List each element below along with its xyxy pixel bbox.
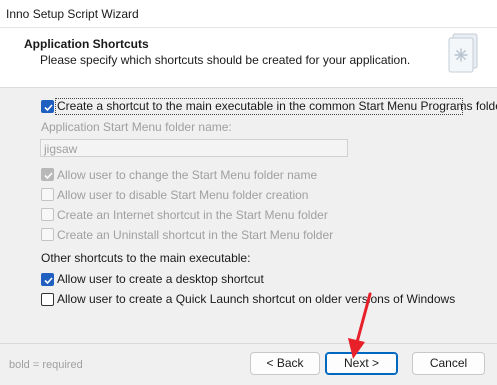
quick-launch-shortcut-checkbox[interactable]: [41, 293, 54, 306]
footer-divider: [0, 343, 497, 344]
uninstall-shortcut-checkbox[interactable]: [41, 228, 54, 241]
desktop-shortcut-checkbox[interactable]: [41, 273, 54, 286]
checkmark-icon: [44, 172, 53, 180]
folder-name-value: jigsaw: [44, 142, 78, 156]
wizard-logo-icon: [448, 33, 478, 73]
internet-shortcut-label[interactable]: Create an Internet shortcut in the Start…: [57, 208, 328, 222]
uninstall-shortcut-label[interactable]: Create an Uninstall shortcut in the Star…: [57, 228, 333, 242]
cancel-button[interactable]: Cancel: [412, 352, 485, 375]
title-bar: Inno Setup Script Wizard: [0, 0, 497, 28]
allow-change-folder-label[interactable]: Allow user to change the Start Menu fold…: [57, 168, 317, 182]
checkmark-icon: [44, 104, 53, 112]
back-button[interactable]: < Back: [250, 352, 320, 375]
quick-launch-shortcut-label[interactable]: Allow user to create a Quick Launch shor…: [57, 292, 455, 306]
allow-disable-folder-checkbox[interactable]: [41, 188, 54, 201]
start-menu-shortcut-label[interactable]: Create a shortcut to the main executable…: [57, 99, 497, 113]
start-menu-shortcut-checkbox[interactable]: [41, 100, 54, 113]
page-title: Application Shortcuts: [24, 37, 149, 51]
required-legend: bold = required: [9, 359, 83, 371]
allow-change-folder-checkbox[interactable]: [41, 168, 54, 181]
window-title: Inno Setup Script Wizard: [6, 7, 139, 21]
desktop-shortcut-label[interactable]: Allow user to create a desktop shortcut: [57, 272, 264, 286]
checkmark-icon: [44, 277, 53, 285]
page-subtitle: Please specify which shortcuts should be…: [40, 53, 411, 67]
wizard-header: Application Shortcuts Please specify whi…: [0, 28, 497, 88]
folder-name-label: Application Start Menu folder name:: [41, 120, 232, 134]
internet-shortcut-checkbox[interactable]: [41, 208, 54, 221]
red-arrow-annotation-icon: [348, 292, 372, 359]
folder-name-input[interactable]: jigsaw: [40, 139, 348, 157]
other-shortcuts-label: Other shortcuts to the main executable:: [41, 251, 251, 265]
allow-disable-folder-label[interactable]: Allow user to disable Start Menu folder …: [57, 188, 308, 202]
